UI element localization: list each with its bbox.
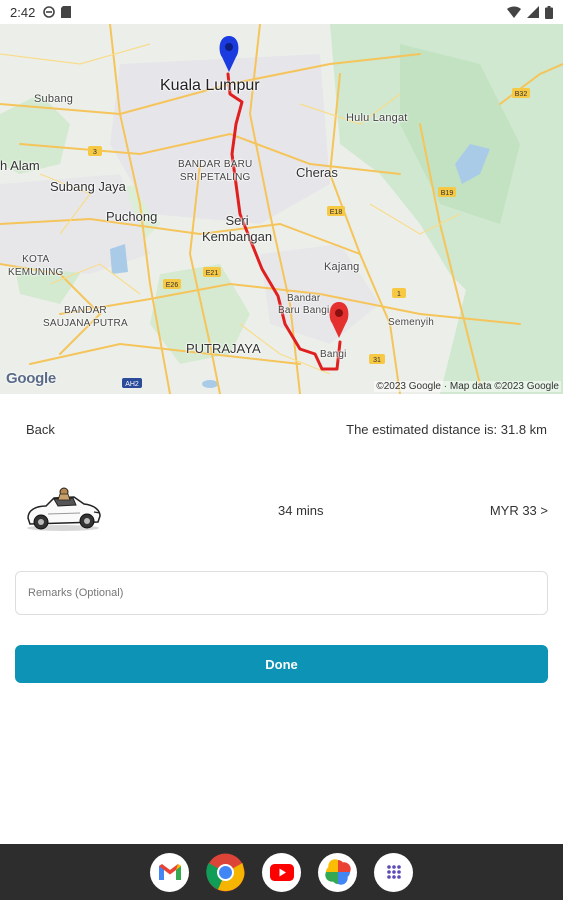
chrome-icon — [206, 853, 245, 891]
google-logo: Google — [6, 370, 56, 387]
trip-price[interactable]: MYR 33 > — [490, 503, 548, 518]
map-label-puchong: Puchong — [106, 209, 158, 224]
road-31: 31 — [373, 357, 381, 364]
photos-icon — [324, 859, 351, 885]
map-label-bandar-baru-bangi: Bandar Baru Bangi — [278, 293, 330, 316]
ride-option[interactable]: 34 mins MYR 33 > — [0, 480, 563, 540]
youtube-icon — [269, 863, 294, 881]
signal-icon — [527, 6, 539, 18]
map-label-semenyih: Semenyih — [388, 317, 435, 328]
map-label-putrajaya: PUTRAJAYA — [186, 341, 261, 356]
road-e26: E26 — [166, 282, 179, 289]
route-header: Back The estimated distance is: 31.8 km — [0, 412, 563, 446]
gmail-icon — [158, 864, 181, 880]
app-drawer[interactable] — [374, 852, 413, 892]
map-label-kota-kemuning: KOTA KEMUNING — [8, 254, 64, 278]
app-drawer-icon — [386, 865, 401, 879]
chrome-app[interactable] — [206, 853, 245, 892]
map-label-kuala-lumpur: Kuala Lumpur — [160, 77, 260, 94]
road-e21: E21 — [206, 270, 219, 277]
map-label-saujana-putra: BANDAR SAUJANA PUTRA — [43, 305, 128, 329]
sd-card-icon — [61, 6, 72, 18]
map-label-alam: h Alam — [0, 158, 40, 173]
app-dock — [0, 844, 563, 900]
battery-icon — [545, 5, 553, 19]
road-b32: B32 — [515, 91, 528, 98]
map-label-kajang: Kajang — [324, 261, 360, 273]
map-label-cheras: Cheras — [296, 165, 338, 180]
photos-app[interactable] — [318, 852, 357, 892]
youtube-app[interactable] — [262, 852, 301, 892]
road-3: 3 — [93, 149, 97, 156]
map-label-subang: Subang — [34, 93, 74, 105]
back-button[interactable]: Back — [26, 422, 55, 437]
road-b19: B19 — [441, 190, 454, 197]
do-not-disturb-icon — [43, 6, 56, 18]
status-bar: 2:42 — [0, 0, 563, 24]
map-canvas: B32 E18 E21 E26 AH2 1 3 31 B19 — [0, 24, 563, 394]
route-map[interactable]: B32 E18 E21 E26 AH2 1 3 31 B19 Kuala Lum… — [0, 24, 563, 394]
remarks-input[interactable] — [15, 571, 548, 615]
road-e18: E18 — [330, 209, 343, 216]
wifi-icon — [507, 6, 521, 18]
done-button[interactable]: Done — [15, 645, 548, 683]
map-label-bangi: Bangi — [320, 349, 347, 360]
road-ah2: AH2 — [125, 381, 139, 388]
road-1: 1 — [397, 291, 401, 298]
car-icon — [27, 487, 101, 531]
map-label-sri-petaling: BANDAR BARU SRI PETALING — [178, 159, 253, 183]
estimated-distance: The estimated distance is: 31.8 km — [346, 421, 547, 437]
map-label-hulu-langat: Hulu Langat — [346, 112, 408, 124]
trip-duration: 34 mins — [278, 503, 324, 518]
map-attribution[interactable]: ©2023 Google · Map data ©2023 Google — [374, 381, 561, 392]
status-time: 2:42 — [10, 4, 36, 20]
map-label-subang-jaya: Subang Jaya — [50, 179, 126, 194]
gmail-app[interactable] — [150, 852, 189, 892]
map-label-seri-kembangan: Seri Kembangan — [202, 213, 273, 245]
